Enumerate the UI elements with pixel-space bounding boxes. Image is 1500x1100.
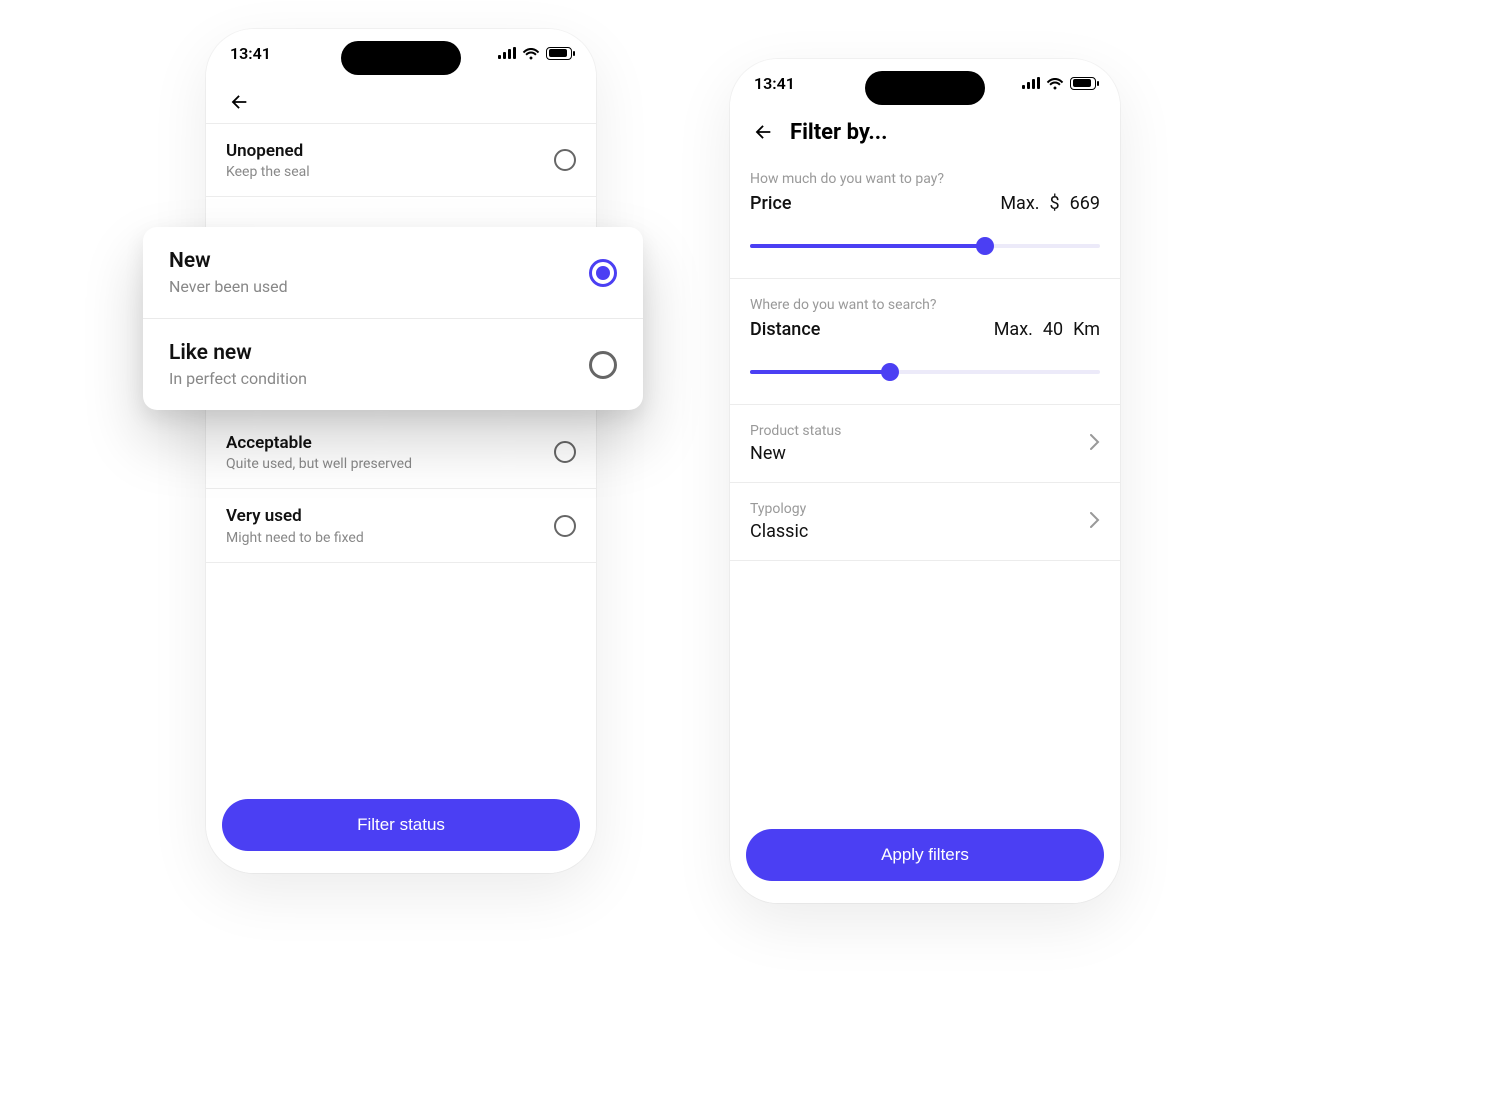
slider-thumb-icon[interactable] <box>976 237 994 255</box>
status-value: New <box>750 443 841 464</box>
distance-hint: Where do you want to search? <box>750 297 1100 313</box>
radio-icon[interactable] <box>589 351 617 379</box>
phone-left: 13:41 Unopened Keep the seal <box>206 29 596 873</box>
chevron-right-icon <box>1090 512 1100 532</box>
slider-thumb-icon[interactable] <box>881 363 899 381</box>
distance-section: Where do you want to search? Distance Ma… <box>730 279 1120 405</box>
option-subtitle: Quite used, but well preserved <box>226 456 412 472</box>
option-subtitle: In perfect condition <box>169 369 307 388</box>
back-arrow-icon[interactable] <box>226 89 252 115</box>
option-subtitle: Keep the seal <box>226 164 310 180</box>
option-title: New <box>169 249 288 273</box>
status-indicators <box>1022 77 1096 90</box>
distance-value: Max. 40 Km <box>994 319 1100 340</box>
option-popout-card: New Never been used Like new In perfect … <box>143 227 643 410</box>
option-title: Very used <box>226 505 364 527</box>
status-hint: Product status <box>750 423 841 439</box>
typology-row[interactable]: Typology Classic <box>730 483 1120 561</box>
phone-right: 13:41 Filter by... How much do you want … <box>730 59 1120 903</box>
battery-icon <box>546 47 572 60</box>
radio-icon[interactable] <box>554 441 576 463</box>
option-title: Like new <box>169 341 307 365</box>
price-slider[interactable] <box>750 236 1100 256</box>
price-section: How much do you want to pay? Price Max. … <box>730 153 1120 279</box>
cellular-signal-icon <box>1022 77 1040 89</box>
option-subtitle: Might need to be fixed <box>226 530 364 546</box>
option-subtitle: Never been used <box>169 277 288 296</box>
radio-icon[interactable] <box>554 149 576 171</box>
radio-icon[interactable] <box>589 259 617 287</box>
price-hint: How much do you want to pay? <box>750 171 1100 187</box>
price-value: Max. $ 669 <box>1000 193 1100 214</box>
filter-status-button[interactable]: Filter status <box>222 799 580 851</box>
popout-option-new[interactable]: New Never been used <box>143 227 643 319</box>
price-label: Price <box>750 193 791 214</box>
status-option-acceptable[interactable]: Acceptable Quite used, but well preserve… <box>206 416 596 489</box>
option-title: Unopened <box>226 140 310 162</box>
wifi-icon <box>522 47 540 60</box>
battery-icon <box>1070 77 1096 90</box>
chevron-right-icon <box>1090 434 1100 454</box>
cellular-signal-icon <box>498 47 516 59</box>
status-indicators <box>498 47 572 60</box>
header <box>206 77 596 123</box>
status-option-unopened[interactable]: Unopened Keep the seal <box>206 123 596 197</box>
product-status-row[interactable]: Product status New <box>730 405 1120 483</box>
radio-icon[interactable] <box>554 515 576 537</box>
page-title: Filter by... <box>790 120 887 145</box>
header: Filter by... <box>730 107 1120 153</box>
wifi-icon <box>1046 77 1064 90</box>
option-title: Acceptable <box>226 432 412 454</box>
typology-value: Classic <box>750 521 808 542</box>
back-arrow-icon[interactable] <box>750 119 776 145</box>
status-option-very-used[interactable]: Very used Might need to be fixed <box>206 489 596 562</box>
dynamic-island <box>341 41 461 75</box>
typology-hint: Typology <box>750 501 808 517</box>
dynamic-island <box>865 71 985 105</box>
apply-filters-button[interactable]: Apply filters <box>746 829 1104 881</box>
distance-slider[interactable] <box>750 362 1100 382</box>
popout-option-like-new[interactable]: Like new In perfect condition <box>143 319 643 410</box>
status-time: 13:41 <box>754 74 795 93</box>
status-time: 13:41 <box>230 44 271 63</box>
distance-label: Distance <box>750 319 820 340</box>
